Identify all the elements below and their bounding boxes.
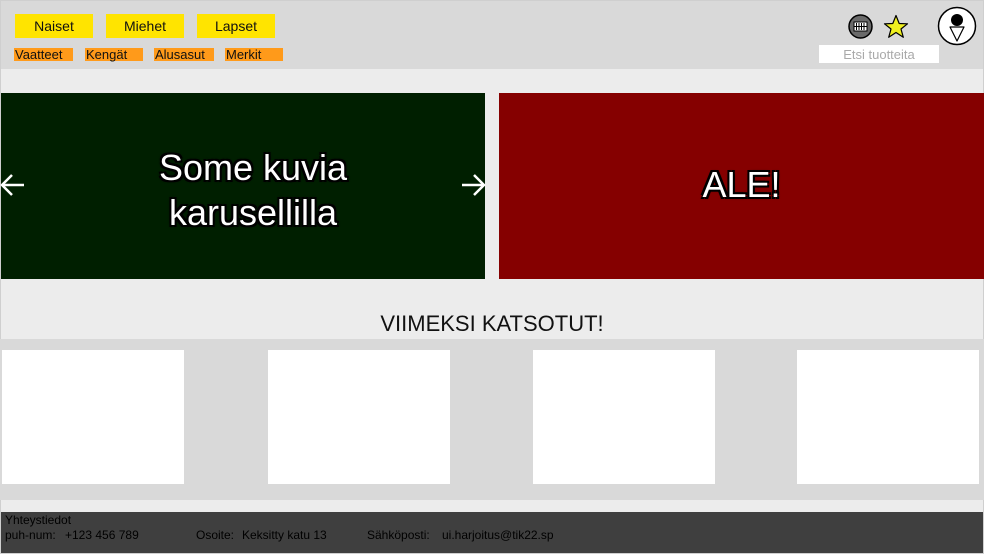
site-footer: Yhteystiedot puh-num: +123 456 789 Osoit… — [1, 512, 983, 553]
recent-item-card[interactable] — [2, 350, 184, 484]
footer-address-label: Osoite: — [196, 528, 235, 542]
carousel-caption-line-2: karusellilla — [168, 192, 338, 233]
subnav-brands[interactable]: Merkit — [225, 48, 283, 62]
subnav-shoes[interactable]: Kengät — [85, 48, 143, 62]
footer-email-label: Sähköposti: — [367, 528, 430, 542]
image-carousel: Some kuvia karusellilla — [1, 93, 485, 279]
nav-women-button[interactable]: Naiset — [15, 14, 93, 38]
nav-men-button[interactable]: Miehet — [106, 14, 184, 38]
favorites-star-icon[interactable] — [883, 14, 909, 39]
arrow-left-icon[interactable] — [0, 172, 26, 203]
footer-phone-value: +123 456 789 — [65, 528, 139, 542]
product-search-input[interactable] — [819, 45, 939, 63]
recent-item-card[interactable] — [268, 350, 450, 484]
footer-address-value: Keksitty katu 13 — [242, 528, 327, 542]
sale-banner-text: ALE! — [702, 164, 781, 205]
carousel-caption-line-1: Some kuvia — [158, 147, 348, 188]
footer-phone-label: puh-num: — [5, 528, 56, 542]
user-profile-icon[interactable] — [937, 6, 977, 46]
cart-icon[interactable] — [848, 14, 873, 39]
site-header: Naiset Miehet Lapset Vaatteet Kengät Alu… — [1, 1, 983, 69]
subnav-clothes[interactable]: Vaatteet — [14, 48, 73, 62]
footer-email-link[interactable]: ui.harjoitus@tik22.sp — [442, 528, 554, 542]
subnav-underwear[interactable]: Alusasut — [154, 48, 214, 62]
recent-item-card[interactable] — [533, 350, 715, 484]
carousel-caption: Some kuvia karusellilla — [121, 145, 385, 235]
footer-contact-heading: Yhteystiedot — [5, 513, 72, 527]
sale-banner[interactable]: ALE! — [499, 93, 984, 279]
recently-viewed-title: VIIMEKSI KATSOTUT! — [380, 311, 604, 336]
arrow-right-icon[interactable] — [460, 172, 486, 203]
recent-item-card[interactable] — [797, 350, 979, 484]
nav-kids-button[interactable]: Lapset — [197, 14, 275, 38]
recently-viewed-list — [0, 339, 984, 500]
